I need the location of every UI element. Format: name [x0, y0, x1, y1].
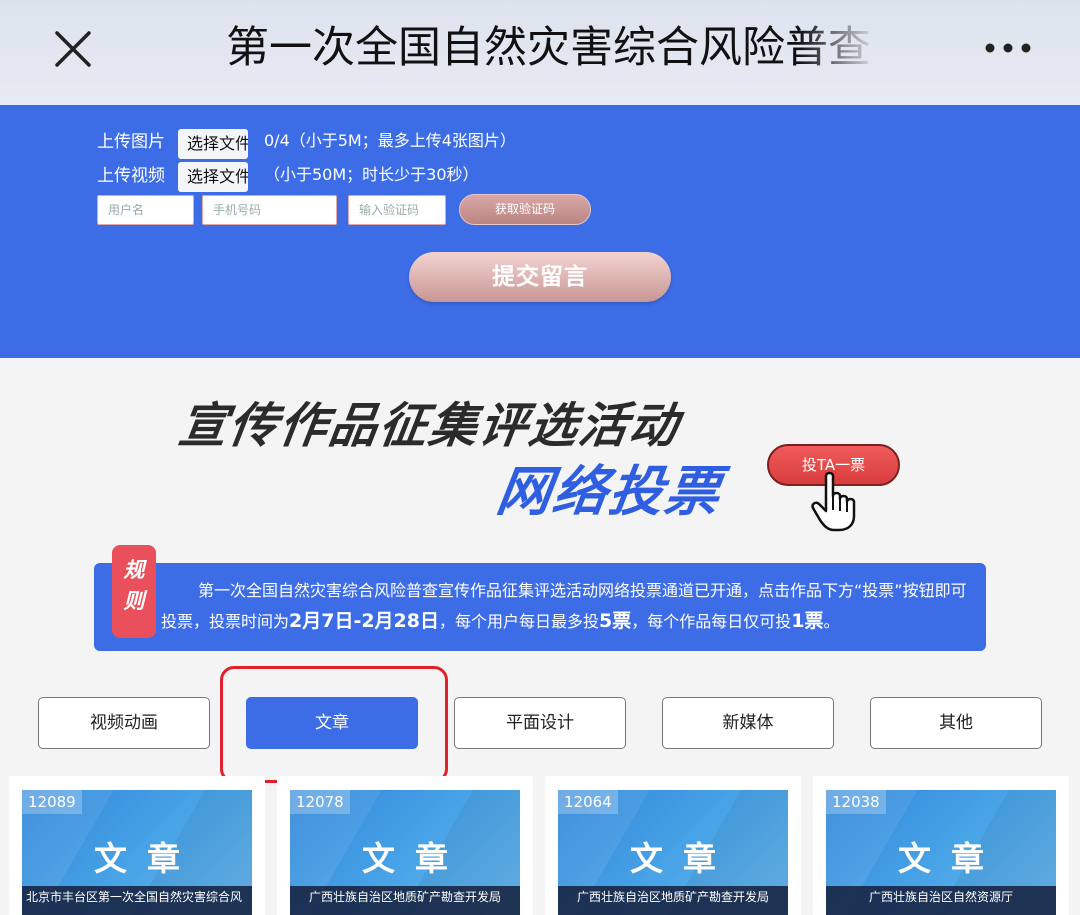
work-thumbnail[interactable]: 12064 文章 广西壮族自治区地质矿产勘查开发局 — [558, 790, 788, 915]
phone-input[interactable] — [202, 195, 337, 225]
work-thumbnail[interactable]: 12038 文章 广西壮族自治区自然资源厅 — [826, 790, 1056, 915]
work-card[interactable]: 12078 文章 广西壮族自治区地质矿产勘查开发局 — [277, 776, 533, 915]
work-id-badge: 12064 — [558, 790, 618, 814]
work-category: 文章 — [630, 839, 736, 878]
more-options-icon[interactable] — [978, 26, 1038, 70]
work-caption: 广西壮族自治区地质矿产勘查开发局 — [558, 886, 788, 915]
upload-image-label: 上传图片 — [97, 132, 165, 152]
work-card[interactable]: 12038 文章 广西壮族自治区自然资源厅 — [813, 776, 1069, 915]
top-bar: 第一次全国自然灾害综合风险普查 — [0, 0, 1080, 105]
tab-graphic-design[interactable]: 平面设计 — [454, 697, 626, 749]
work-id-badge: 12089 — [22, 790, 82, 814]
work-card[interactable]: 12089 文章 北京市丰台区第一次全国自然灾害综合风 — [9, 776, 265, 915]
work-caption: 北京市丰台区第一次全国自然灾害综合风 — [22, 886, 252, 915]
rules-text-d: 。 — [823, 612, 840, 631]
get-code-button[interactable]: 获取验证码 — [459, 194, 591, 225]
submit-message-button[interactable]: 提交留言 — [409, 252, 671, 302]
upload-video-hint: （小于50M；时长少于30秒） — [264, 165, 479, 184]
rules-text: 第一次全国自然灾害综合风险普查宣传作品征集评选活动网络投票通道已开通，点击作品下… — [161, 575, 976, 637]
work-thumbnail[interactable]: 12078 文章 广西壮族自治区地质矿产勘查开发局 — [290, 790, 520, 915]
rules-tag: 规 则 — [112, 545, 156, 638]
upload-video-label: 上传视频 — [97, 166, 165, 186]
work-category: 文章 — [362, 839, 468, 878]
rules-per-work: 1票 — [791, 610, 824, 632]
tab-new-media[interactable]: 新媒体 — [662, 697, 834, 749]
work-id-badge: 12078 — [290, 790, 350, 814]
pointing-hand-icon — [811, 471, 856, 532]
upload-image-hint: 0/4（小于5M；最多上传4张图片） — [264, 131, 516, 150]
choose-video-file-button[interactable]: 选择文件 — [178, 162, 248, 192]
work-caption: 广西壮族自治区自然资源厅 — [826, 886, 1056, 915]
rules-tag-char-2: 则 — [123, 589, 145, 613]
work-id-badge: 12038 — [826, 790, 886, 814]
verification-code-input[interactable] — [348, 195, 446, 225]
page-title: 第一次全国自然灾害综合风险普查 — [226, 23, 871, 73]
active-tab-highlight — [220, 666, 448, 783]
work-thumbnail[interactable]: 12089 文章 北京市丰台区第一次全国自然灾害综合风 — [22, 790, 252, 915]
work-category: 文章 — [898, 839, 1004, 878]
tab-other[interactable]: 其他 — [870, 697, 1042, 749]
banner-heading: 宣传作品征集评选活动 — [175, 398, 684, 454]
username-input[interactable] — [97, 195, 194, 225]
choose-image-file-button[interactable]: 选择文件 — [178, 129, 248, 159]
rules-text-b: ，每个用户每日最多投 — [439, 612, 600, 631]
banner-subheading: 网络投票 — [492, 460, 726, 523]
work-caption: 广西壮族自治区地质矿产勘查开发局 — [290, 886, 520, 915]
rules-max-votes: 5票 — [599, 610, 632, 632]
rules-date-range: 2月7日-2月28日 — [289, 610, 440, 632]
work-card[interactable]: 12064 文章 广西壮族自治区地质矿产勘查开发局 — [545, 776, 801, 915]
rules-text-c: ，每个作品每日仅可投 — [631, 612, 792, 631]
work-category: 文章 — [94, 839, 200, 878]
rules-tag-char-1: 规 — [123, 558, 145, 582]
close-icon[interactable] — [48, 24, 98, 74]
tab-video-animation[interactable]: 视频动画 — [38, 697, 210, 749]
